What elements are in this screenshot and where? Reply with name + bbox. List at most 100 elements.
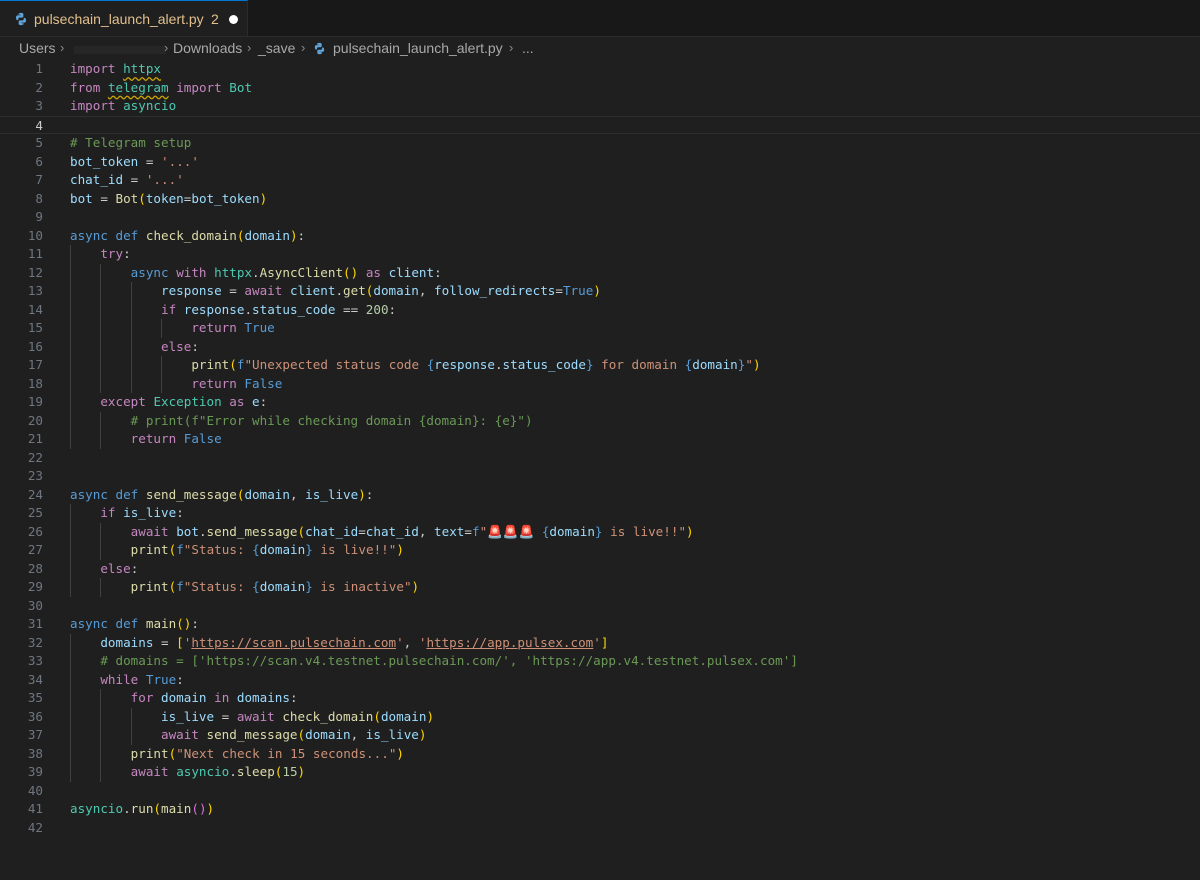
code-line[interactable]: 2 from telegram import Bot [0,79,1200,98]
code-line[interactable]: 29 print(f"Status: {domain} is inactive"… [0,578,1200,597]
line-number: 20 [27,412,43,428]
chevron-right-icon: › [164,40,169,55]
code-line[interactable]: 6 bot_token = '...' [0,153,1200,172]
code-line[interactable]: 4 [0,115,1200,134]
code-line[interactable]: 3 import asyncio [0,97,1200,116]
code-text: domains = ['https://scan.pulsechain.com'… [100,634,609,650]
line-number: 36 [27,708,43,724]
code-text: print("Next check in 15 seconds...") [130,745,404,761]
code-line[interactable]: 30 [0,597,1200,616]
code-line[interactable]: 11 try: [0,245,1200,264]
code-text: print(f"Unexpected status code {response… [191,357,761,372]
code-line[interactable]: 17 print(f"Unexpected status code {respo… [0,356,1200,375]
code-line[interactable]: 28 else: [0,559,1200,578]
code-line[interactable]: 21 return False [0,430,1200,449]
code-line[interactable]: 35 for domain in domains: [0,689,1200,708]
code-line[interactable]: 37 await send_message(domain, is_live) [0,726,1200,745]
line-number: 40 [27,782,43,798]
code-editor[interactable]: 1 import httpx 2 from telegram import Bot 3 i… [0,60,1200,880]
code-text: bot = Bot(token=bot_token) [70,190,268,206]
tab-title: pulsechain_launch_alert.py [34,11,204,27]
line-number: 28 [27,560,43,576]
code-text: try: [100,246,131,261]
code-text: await send_message(domain, is_live) [161,727,427,742]
code-line[interactable]: 16 else: [0,337,1200,356]
line-number: 12 [27,264,43,280]
line-number: 30 [27,597,43,613]
code-line[interactable]: 42 [0,819,1200,838]
code-text: if is_live: [100,505,184,520]
code-line[interactable]: 33 # domains = ['https://scan.v4.testnet… [0,652,1200,671]
code-line[interactable]: 10 async def check_domain(domain): [0,227,1200,246]
code-text: print(f"Status: {domain} is inactive") [130,579,420,594]
code-text: response = await client.get(domain, foll… [161,283,601,298]
line-number: 22 [27,449,43,465]
code-line[interactable]: 24 async def send_message(domain, is_live… [0,486,1200,505]
breadcrumb-downloads[interactable]: Downloads [173,40,242,56]
breadcrumb-users[interactable]: Users [19,40,56,56]
code-text: async def check_domain(domain): [70,227,306,243]
code-line[interactable]: 20 # print(f"Error while checking domain… [0,411,1200,430]
breadcrumb-save[interactable]: _save [258,40,295,56]
code-line[interactable]: 8 bot = Bot(token=bot_token) [0,190,1200,209]
code-line[interactable]: 39 await asyncio.sleep(15) [0,763,1200,782]
line-number: 1 [35,61,43,76]
code-line[interactable]: 23 [0,467,1200,486]
line-number: 26 [27,523,43,539]
code-line[interactable]: 40 [0,782,1200,801]
code-text: import httpx [70,61,162,76]
code-line[interactable]: 19 except Exception as e: [0,393,1200,412]
code-line[interactable]: 14 if response.status_code == 200: [0,300,1200,319]
code-line[interactable]: 22 [0,449,1200,468]
code-line[interactable]: 18 return False [0,374,1200,393]
code-line[interactable]: 38 print("Next check in 15 seconds...") [0,744,1200,763]
code-text: return True [191,320,275,335]
code-line[interactable]: 34 while True: [0,670,1200,689]
code-text: return False [130,431,222,446]
redacted-path-segment [74,46,166,54]
line-number: 9 [35,209,43,224]
code-line[interactable]: 32 domains = ['https://scan.pulsechain.c… [0,633,1200,652]
line-number: 18 [27,375,43,391]
python-file-icon [314,42,325,55]
code-text: else: [161,338,199,354]
chevron-right-icon: › [509,40,514,55]
tab-pulsechain-launch-alert[interactable]: pulsechain_launch_alert.py 2 [0,0,248,36]
line-number: 7 [35,172,43,187]
code-text: # print(f"Error while checking domain {d… [130,412,533,428]
code-line[interactable]: 36 is_live = await check_domain(domain) [0,707,1200,726]
code-text: from telegram import Bot [70,79,253,95]
unsaved-dot-icon[interactable] [229,15,238,24]
code-line[interactable]: 5 # Telegram setup [0,134,1200,153]
line-number: 2 [35,79,43,95]
code-line[interactable]: 26 await bot.send_message(chat_id=chat_i… [0,522,1200,541]
line-number: 25 [27,505,43,520]
code-text: except Exception as e: [100,394,268,409]
code-line[interactable]: 13 response = await client.get(domain, f… [0,282,1200,301]
line-number: 29 [27,579,43,594]
code-line[interactable]: 15 return True [0,319,1200,338]
code-text: chat_id = '...' [70,172,184,187]
breadcrumb-symbols[interactable]: ... [522,40,534,56]
chevron-right-icon: › [247,40,252,55]
line-number: 19 [27,394,43,409]
code-line[interactable]: 41 asyncio.run(main()) [0,800,1200,819]
code-line[interactable]: 27 print(f"Status: {domain} is live!!") [0,541,1200,560]
line-number: 11 [27,246,43,261]
line-number: 13 [27,283,43,298]
line-number: 10 [27,227,43,243]
code-line[interactable]: 12 async with httpx.AsyncClient() as cli… [0,263,1200,282]
code-line[interactable]: 1 import httpx [0,60,1200,79]
editor-tab-bar: pulsechain_launch_alert.py 2 [0,0,1200,37]
line-number: 31 [27,616,43,631]
code-text: else: [100,560,139,576]
code-line[interactable]: 31 async def main(): [0,615,1200,634]
code-line[interactable]: 25 if is_live: [0,504,1200,523]
code-line[interactable]: 7 chat_id = '...' [0,171,1200,190]
code-text: is_live = await check_domain(domain) [161,708,435,724]
breadcrumb-file[interactable]: pulsechain_launch_alert.py [333,40,503,56]
code-text: bot_token = '...' [70,153,199,169]
line-number: 4 [35,117,43,133]
code-line[interactable]: 9 [0,208,1200,227]
code-text: # Telegram setup [70,135,192,150]
